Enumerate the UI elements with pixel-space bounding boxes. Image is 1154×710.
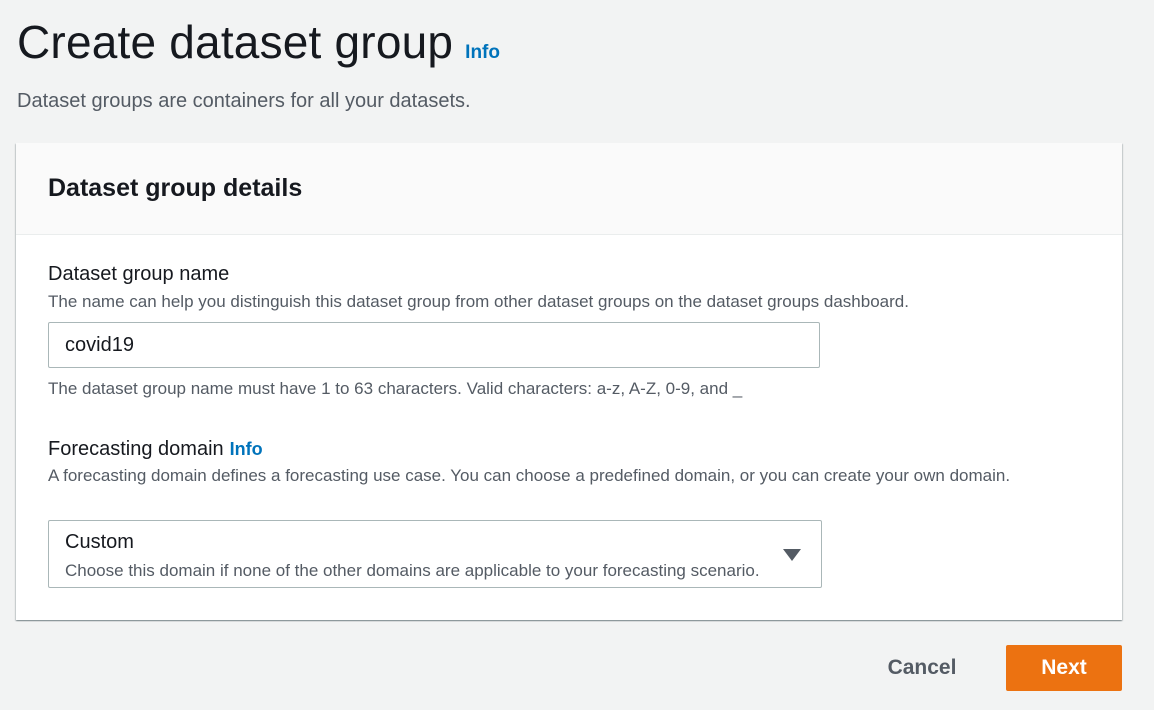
forecasting-domain-selected-description: Choose this domain if none of the other … — [65, 561, 760, 580]
panel-header: Dataset group details — [16, 143, 1122, 235]
title-info-link[interactable]: Info — [465, 42, 500, 64]
page-header: Create dataset group Info — [17, 14, 500, 70]
forecasting-domain-selected-value: Custom — [65, 531, 134, 553]
dataset-group-name-description: The name can help you distinguish this d… — [48, 292, 909, 311]
dataset-group-name-label: Dataset group name — [48, 263, 229, 286]
forecasting-domain-info-link[interactable]: Info — [230, 439, 263, 460]
page-description: Dataset groups are containers for all yo… — [17, 90, 471, 112]
dataset-group-name-label-text: Dataset group name — [48, 263, 230, 285]
next-button[interactable]: Next — [1006, 645, 1122, 691]
caret-down-icon — [783, 549, 801, 561]
panel-title: Dataset group details — [48, 174, 303, 202]
dataset-group-name-input[interactable] — [48, 322, 820, 368]
forecasting-domain-description: A forecasting domain defines a forecasti… — [48, 466, 1011, 485]
page-title: Create dataset group — [17, 16, 454, 68]
cancel-button[interactable]: Cancel — [870, 645, 974, 691]
dataset-group-details-panel: Dataset group details Dataset group name… — [16, 143, 1122, 620]
forecasting-domain-label: Forecasting domain Info — [48, 438, 263, 461]
forecasting-domain-label-text: Forecasting domain — [48, 438, 224, 460]
dataset-group-name-constraint: The dataset group name must have 1 to 63… — [48, 379, 743, 398]
forecasting-domain-select[interactable]: Custom Choose this domain if none of the… — [48, 520, 822, 588]
